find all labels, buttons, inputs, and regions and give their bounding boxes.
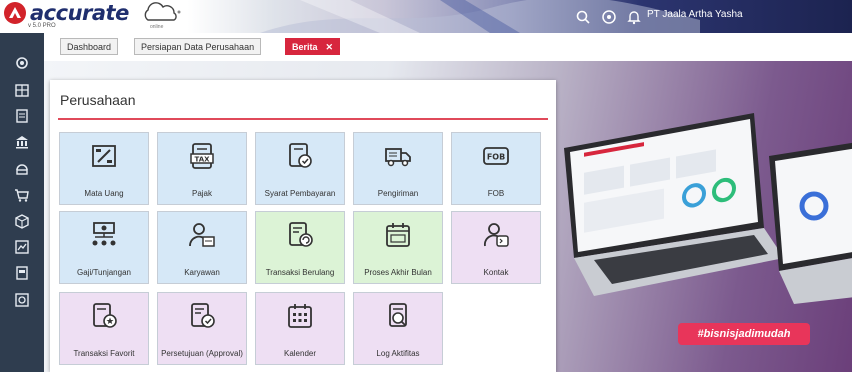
tile-label: Mata Uang — [84, 189, 124, 198]
fob-icon: FOB — [483, 147, 509, 165]
logo-text: accurate — [30, 1, 129, 25]
purchase-icon — [15, 189, 29, 202]
calendar-icon — [288, 304, 312, 328]
tile-log-aktifitas[interactable]: Log Aktifitas — [353, 292, 443, 365]
company-icon — [15, 84, 29, 97]
sidebar-item-bank[interactable] — [12, 132, 32, 152]
tab-label: Persiapan Data Perusahaan — [141, 42, 255, 52]
tile-label: Pajak — [191, 189, 212, 198]
activity-log-icon — [389, 303, 407, 327]
sidebar-item-settings[interactable] — [12, 53, 32, 73]
tile-kontak[interactable]: Kontak — [451, 211, 541, 284]
tax-icon: TAX — [190, 143, 214, 169]
recurring-transaction-icon — [289, 222, 313, 247]
tile-label: FOB — [487, 189, 505, 198]
sidebar-item-document[interactable] — [12, 263, 32, 283]
accurate-logo[interactable]: accurate — [4, 2, 129, 24]
tab-label: Berita — [292, 42, 318, 52]
tile-label: Transaksi Favorit — [73, 349, 135, 358]
sidebar-item-ledger[interactable] — [12, 106, 32, 126]
tools-icon — [15, 293, 29, 307]
shipping-icon — [385, 148, 411, 167]
tile-label: Transaksi Berulang — [265, 268, 335, 277]
tab-label: Dashboard — [67, 42, 112, 52]
app-header: accurate v 5.0 PRO online PT Jaala Artha… — [0, 0, 852, 33]
tab-dashboard[interactable]: Dashboard — [60, 38, 119, 55]
help-icon[interactable] — [601, 9, 617, 25]
cloud-icon — [144, 2, 181, 21]
tile-kalender[interactable]: Kalender — [255, 292, 345, 365]
sidebar — [0, 33, 44, 372]
sidebar-item-report[interactable] — [12, 237, 32, 257]
tile-mata-uang[interactable]: Mata Uang — [59, 132, 149, 205]
company-name[interactable]: PT Jaala Artha Yasha — [647, 9, 743, 20]
sidebar-item-purchase[interactable] — [12, 185, 32, 205]
tile-transaksi-favorit[interactable]: Transaksi Favorit — [59, 292, 149, 365]
settings-icon — [16, 57, 28, 69]
bell-icon[interactable] — [626, 9, 642, 25]
laptop-image-2 — [769, 142, 852, 304]
svg-text:TAX: TAX — [194, 156, 210, 164]
ledger-icon — [16, 109, 28, 123]
tile-label: Pengiriman — [377, 189, 419, 198]
contact-icon — [484, 223, 509, 247]
tile-persetujuan-approval[interactable]: Persetujuan (Approval) — [157, 292, 247, 365]
tile-label: Persetujuan (Approval) — [161, 349, 243, 358]
report-icon — [15, 240, 29, 254]
tab-persiapan-data-perusahaan[interactable]: Persiapan Data Perusahaan — [134, 38, 262, 55]
laptop-image — [564, 113, 784, 296]
sidebar-item-company[interactable] — [12, 80, 32, 100]
tile-karyawan[interactable]: Karyawan — [157, 211, 247, 284]
tile-label: Kontak — [483, 268, 509, 277]
tile-label: Syarat Pembayaran — [264, 189, 336, 198]
company-settings-panel: Perusahaan Mata Uang TAX Pajak Syarat Pe… — [50, 80, 556, 372]
hashtag-badge: #bisnisjadimudah — [678, 323, 810, 345]
tile-fob[interactable]: FOB FOB — [451, 132, 541, 205]
month-end-icon — [386, 223, 410, 247]
inventory-icon — [15, 214, 29, 229]
tile-label: Kalender — [283, 349, 317, 358]
salary-icon — [92, 222, 116, 246]
document-icon — [16, 266, 28, 280]
approval-icon — [191, 303, 215, 328]
tab-berita[interactable]: Berita ✕ — [285, 38, 341, 55]
tile-proses-akhir-bulan[interactable]: Proses Akhir Bulan — [353, 211, 443, 284]
tab-bar: Dashboard Persiapan Data Perusahaan Beri… — [44, 33, 852, 62]
close-icon[interactable]: ✕ — [326, 42, 334, 52]
sales-icon — [16, 164, 28, 175]
currency-icon — [92, 145, 116, 167]
sidebar-item-inventory[interactable] — [12, 211, 32, 231]
tile-label: Karyawan — [184, 268, 220, 277]
sidebar-item-tools[interactable] — [12, 290, 32, 310]
svg-text:FOB: FOB — [487, 153, 505, 162]
panel-title: Perusahaan — [60, 92, 136, 108]
tile-gaji-tunjangan[interactable]: Gaji/Tunjangan — [59, 211, 149, 284]
logo-version: v 5.0 PRO — [28, 23, 56, 29]
payment-terms-icon — [289, 143, 312, 168]
tile-transaksi-berulang[interactable]: Transaksi Berulang — [255, 211, 345, 284]
tile-label: Gaji/Tunjangan — [77, 268, 131, 277]
tile-pengiriman[interactable]: Pengiriman — [353, 132, 443, 205]
favorite-transaction-icon — [93, 303, 117, 328]
cloud-caption: online — [150, 24, 164, 30]
tile-pajak[interactable]: TAX Pajak — [157, 132, 247, 205]
tile-label: Proses Akhir Bulan — [364, 268, 432, 277]
bank-icon — [16, 136, 28, 149]
tile-label: Log Aktifitas — [376, 349, 420, 358]
panel-divider — [58, 118, 548, 120]
logo-mark-icon — [4, 2, 26, 24]
tile-syarat-pembayaran[interactable]: Syarat Pembayaran — [255, 132, 345, 205]
sidebar-item-sales[interactable] — [12, 159, 32, 179]
employee-icon — [189, 223, 215, 247]
search-icon[interactable] — [575, 9, 591, 25]
